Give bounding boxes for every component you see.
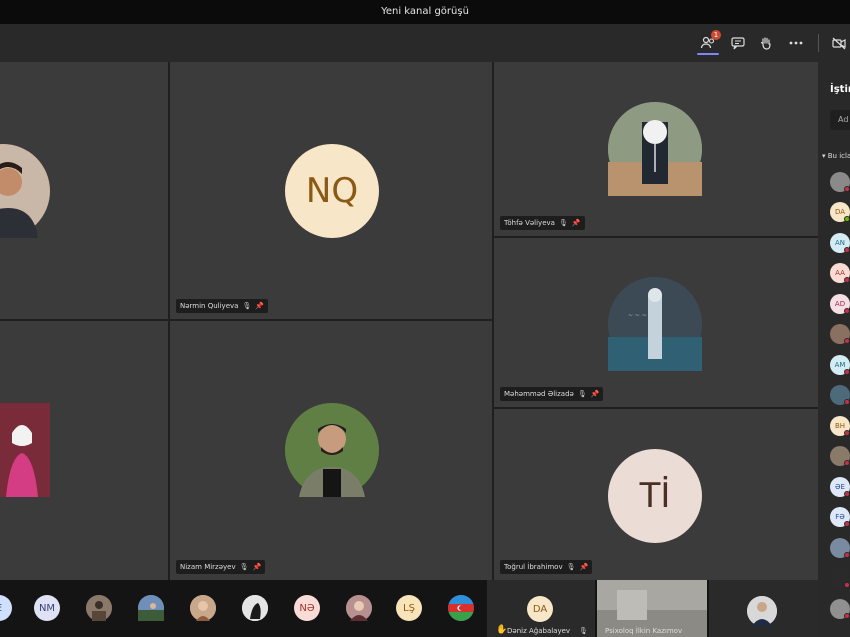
- pin-icon: 📌: [579, 563, 589, 571]
- participant-nameplate: Nərmin Quliyeva 🎙 📌: [176, 299, 269, 313]
- window-title: Yeni kanal görüşü: [0, 0, 850, 24]
- status-busy-icon: [844, 460, 850, 466]
- raise-hand-icon: [760, 37, 771, 50]
- pin-icon: 📌: [255, 302, 265, 310]
- video-stage: NQ Nərmin Quliyeva 🎙 📌 Töhfə Vəliyeva 🎙 …: [0, 62, 818, 580]
- strip-video-tile[interactable]: DA ✋ Dəniz Ağabalayev 🎙: [487, 580, 595, 637]
- status-available-icon: [844, 216, 850, 222]
- status-busy-icon: [844, 399, 850, 405]
- panel-title: İştir: [830, 84, 850, 95]
- meeting-toolbar: 1: [0, 24, 850, 62]
- status-busy-icon: [844, 521, 850, 527]
- status-busy-icon: [844, 369, 850, 375]
- participant-photo: [285, 403, 379, 497]
- strip-avatar-flag[interactable]: [448, 595, 474, 621]
- participant-tile[interactable]: NQ Nərmin Quliyeva 🎙 📌: [170, 62, 492, 319]
- status-busy-icon: [844, 582, 850, 588]
- strip-video-tile[interactable]: [709, 580, 818, 637]
- strip-participant-name: Psixoloq İlkin Kazımov: [605, 627, 683, 635]
- participant-initials-avatar: NQ: [285, 144, 379, 238]
- participant-nameplate: Nizam Mirzəyev 🎙 📌: [176, 560, 266, 574]
- strip-avatar[interactable]: NƏ: [294, 595, 320, 621]
- chat-button[interactable]: [727, 32, 749, 54]
- participant-name: Nərmin Quliyeva: [180, 302, 239, 310]
- raise-hand-button[interactable]: [755, 32, 777, 54]
- status-busy-icon: [844, 552, 850, 558]
- participants-active-indicator: [697, 53, 719, 55]
- participant-initials-avatar: Tİ: [608, 449, 702, 543]
- panel-section-header[interactable]: ▾ Bu icla: [822, 152, 850, 160]
- mic-off-icon: 🎙: [242, 302, 252, 310]
- strip-avatar-photo: [747, 596, 777, 626]
- status-busy-icon: [844, 308, 850, 314]
- mic-off-icon: 🎙: [579, 627, 588, 635]
- svg-text:~ ~ ~: ~ ~ ~: [628, 312, 647, 319]
- status-busy-icon: [844, 338, 850, 344]
- mic-off-icon: 🎙: [577, 390, 587, 398]
- strip-avatar[interactable]: NM: [34, 595, 60, 621]
- more-icon: [789, 41, 803, 45]
- participant-search-input[interactable]: Ad: [830, 110, 850, 130]
- participant-nameplate: Məhəmməd Əlizadə 🎙 📌: [500, 387, 604, 401]
- participant-tile[interactable]: [0, 321, 168, 580]
- status-busy-icon: [844, 613, 850, 619]
- strip-avatar-photo[interactable]: [86, 595, 112, 621]
- raised-hand-icon: ✋: [496, 625, 508, 635]
- video-off-button[interactable]: [828, 32, 850, 54]
- toolbar-divider: [818, 34, 819, 52]
- participant-tile[interactable]: Tİ Toğrul İbrahimov 🎙 📌: [494, 409, 818, 580]
- pin-icon: 📌: [590, 390, 600, 398]
- mic-off-icon: 🎙: [239, 563, 249, 571]
- mic-off-icon: 🎙: [558, 219, 568, 227]
- pin-icon: 📌: [571, 219, 581, 227]
- status-busy-icon: [844, 247, 850, 253]
- strip-avatar-photo[interactable]: [190, 595, 216, 621]
- pin-icon: 📌: [252, 563, 262, 571]
- participant-nameplate: Toğrul İbrahimov 🎙 📌: [500, 560, 593, 574]
- chat-icon: [731, 37, 745, 50]
- participant-photo: [608, 102, 702, 196]
- strip-avatar-photo[interactable]: [242, 595, 268, 621]
- participants-button[interactable]: 1: [697, 30, 721, 54]
- participant-name: Nizam Mirzəyev: [180, 563, 236, 571]
- participant-strip: E NM NƏ LŞ DA ✋ Dəniz Ağabalayev 🎙 Psixo…: [0, 580, 818, 637]
- participant-tile[interactable]: [0, 62, 168, 319]
- strip-avatar: DA: [527, 596, 553, 622]
- video-off-icon: [832, 37, 846, 50]
- strip-avatar[interactable]: LŞ: [396, 595, 422, 621]
- strip-avatar-photo[interactable]: [346, 595, 372, 621]
- participant-photo: [0, 403, 50, 497]
- participants-badge: 1: [711, 30, 721, 40]
- more-button[interactable]: [785, 32, 807, 54]
- status-busy-icon: [844, 186, 850, 192]
- strip-avatar[interactable]: E: [0, 595, 12, 621]
- strip-avatar-photo[interactable]: [138, 595, 164, 621]
- participant-name: Töhfə Vəliyeva: [504, 219, 555, 227]
- mic-off-icon: 🎙: [566, 563, 576, 571]
- participant-tile[interactable]: ~ ~ ~ Məhəmməd Əlizadə 🎙 📌: [494, 238, 818, 407]
- participant-photo: [0, 144, 50, 238]
- status-busy-icon: [844, 277, 850, 283]
- participant-tile[interactable]: Töhfə Vəliyeva 🎙 📌: [494, 62, 818, 236]
- participant-nameplate: Töhfə Vəliyeva 🎙 📌: [500, 216, 585, 230]
- status-busy-icon: [844, 430, 850, 436]
- strip-participant-name: Dəniz Ağabalayev: [507, 627, 571, 635]
- participant-tile[interactable]: Nizam Mirzəyev 🎙 📌: [170, 321, 492, 580]
- strip-video-tile[interactable]: Psixoloq İlkin Kazımov: [597, 580, 707, 637]
- participants-panel: İştir Ad ▾ Bu icla DA AN AA AD AM BH ƏE …: [818, 62, 850, 637]
- participant-name: Məhəmməd Əlizadə: [504, 390, 574, 398]
- participant-photo: ~ ~ ~: [608, 277, 702, 371]
- participant-name: Toğrul İbrahimov: [504, 563, 563, 571]
- status-busy-icon: [844, 491, 850, 497]
